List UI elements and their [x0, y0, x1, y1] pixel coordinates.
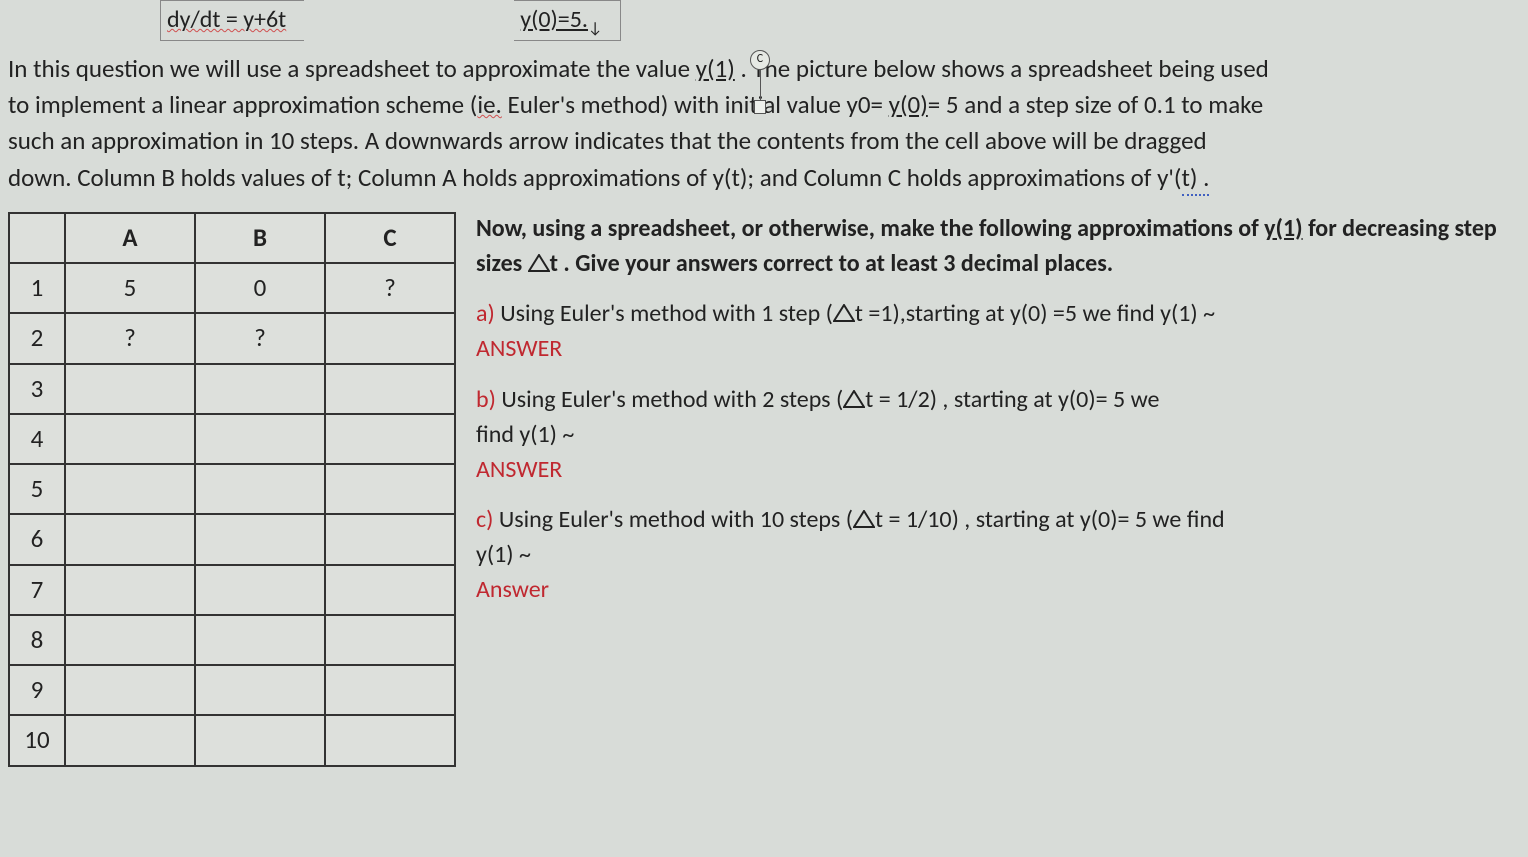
q-c-label: c)	[476, 505, 493, 534]
table-row: 8	[9, 615, 455, 665]
table-row: 150?	[9, 263, 455, 313]
q-head-y1: y(1)	[1264, 214, 1302, 243]
q-c-text: Using Euler's method with 10 steps (	[493, 505, 853, 534]
q-b-text: = 1/2) , starting at y(0)= 5 we	[873, 385, 1159, 414]
questions-block: Now, using a spreadsheet, or otherwise, …	[476, 212, 1520, 624]
q-head-text: Now, using a spreadsheet, or otherwise, …	[476, 214, 1264, 243]
q-a-text: Using Euler's method with 1 step (	[495, 299, 833, 328]
comment-marker[interactable]: C	[750, 50, 770, 114]
intro-y0: y(0)	[889, 89, 928, 120]
intro-text: such an approximation in 10 steps. A dow…	[8, 125, 1207, 156]
answer-placeholder[interactable]: ANSWER	[476, 334, 562, 363]
cursor-icon: ↓	[588, 19, 602, 38]
q-a-text: =1),starting at y(0) =5 we find y(1) ~	[863, 299, 1215, 328]
intro-text: In this question we will use a spreadshe…	[8, 53, 696, 84]
q-a-label: a)	[476, 299, 495, 328]
corner-cell	[9, 213, 65, 263]
intro-text: . The picture below shows a spreadsheet …	[735, 53, 1269, 84]
q-c-text: = 1/10) , starting at y(0)= 5 we find	[883, 505, 1225, 534]
col-header-b: B	[195, 213, 325, 263]
question-header: Now, using a spreadsheet, or otherwise, …	[476, 212, 1520, 282]
formula-dy-dt[interactable]: dy/dt = y+6t	[160, 0, 304, 41]
intro-text: = 5 and a step size of 0.1 to make	[928, 89, 1263, 120]
intro-text: to implement a linear approximation sche…	[8, 89, 477, 120]
triangle-icon	[853, 502, 875, 537]
triangle-icon	[528, 246, 550, 281]
q-c-t: t	[875, 505, 883, 534]
intro-text: Euler's method) with initial value y0=	[502, 89, 889, 120]
table-row: 2??	[9, 313, 455, 363]
table-row: 5	[9, 464, 455, 514]
q-head-text: . Give your answers correct to at least …	[558, 249, 1113, 278]
answer-placeholder[interactable]: Answer	[476, 575, 549, 604]
header-row: A B C	[9, 213, 455, 263]
q-b-text: find y(1) ~	[476, 420, 574, 449]
table-row: 4	[9, 414, 455, 464]
intro-y1: y(1)	[696, 53, 735, 84]
spreadsheet-table: A B C 150? 2?? 3 4 5 6 7 8 9 10	[8, 212, 456, 767]
marker-stem	[760, 70, 761, 100]
formula-initial[interactable]: y(0)=5.↓	[514, 0, 621, 41]
table-row: 9	[9, 665, 455, 715]
answer-placeholder[interactable]: ANSWER	[476, 455, 562, 484]
q-a-t: t	[855, 299, 863, 328]
col-header-a: A	[65, 213, 195, 263]
question-a: a) Using Euler's method with 1 step ( t =…	[476, 297, 1520, 367]
col-header-c: C	[325, 213, 455, 263]
triangle-icon	[843, 382, 865, 417]
table-row: 6	[9, 514, 455, 564]
intro-ie: ie.	[477, 89, 502, 120]
intro-text: down. Column B holds values of t; Column…	[8, 162, 1182, 193]
formula-bar: dy/dt = y+6t y(0)=5.↓	[160, 0, 1528, 41]
q-c-text: y(1) ~	[476, 540, 531, 569]
q-head-t: t	[550, 249, 558, 278]
question-b: b) Using Euler's method with 2 steps (t …	[476, 383, 1520, 487]
marker-handle-icon	[754, 100, 766, 114]
marker-circle-icon: C	[750, 50, 770, 70]
q-b-label: b)	[476, 385, 496, 414]
table-row: 7	[9, 565, 455, 615]
table-row: 3	[9, 364, 455, 414]
triangle-icon	[833, 296, 855, 331]
intro-tail: t) .	[1182, 162, 1210, 196]
table-row: 10	[9, 715, 455, 765]
q-b-text: Using Euler's method with 2 steps (	[496, 385, 843, 414]
question-c: c) Using Euler's method with 10 steps ( t…	[476, 503, 1520, 607]
